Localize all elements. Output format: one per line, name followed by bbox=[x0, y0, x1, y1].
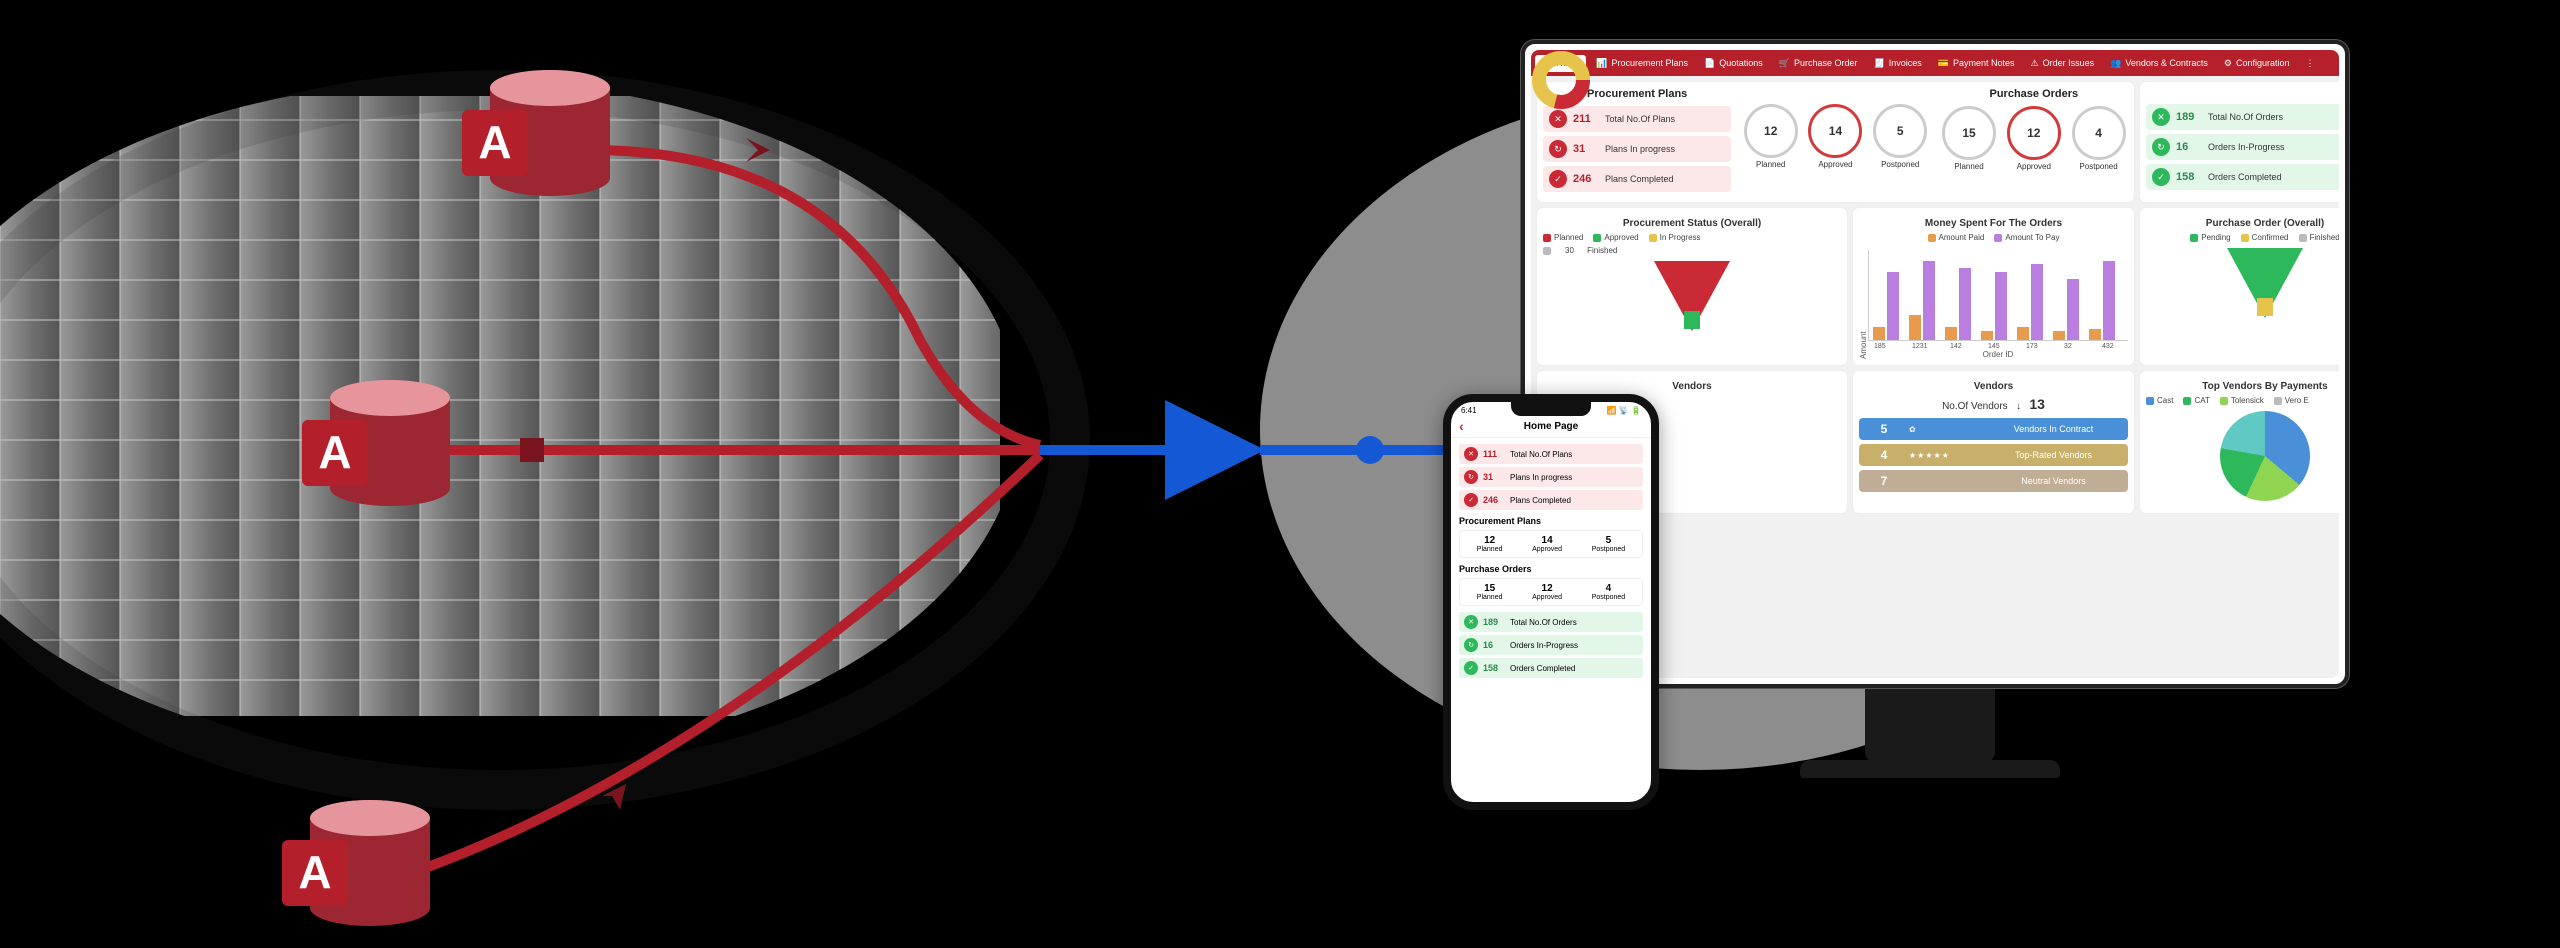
top-nav: 🏠 Home 📊 Procurement Plans 📄 Quotations … bbox=[1531, 50, 2339, 76]
card-top-vendors: Top Vendors By Payments Cast CAT Tolensi… bbox=[2140, 371, 2339, 513]
card-procurement-status: Procurement Status (Overall) Planned App… bbox=[1537, 208, 1847, 365]
p-stat-orders-progress: ↻16Orders In-Progress bbox=[1459, 635, 1643, 655]
funnel-green bbox=[2227, 248, 2303, 318]
ring-po-planned: 15 bbox=[1942, 106, 1996, 160]
phone-header: ‹ Home Page bbox=[1451, 415, 1651, 438]
svg-text:A: A bbox=[318, 426, 351, 478]
x-axis-labels: 185123114214517332432 bbox=[1868, 341, 2128, 350]
monitor-base bbox=[1800, 760, 2060, 778]
ring-po-approved: 12 bbox=[2007, 106, 2061, 160]
donut-icon bbox=[1531, 50, 1591, 110]
mobile-phone: 6:41📶 📡 🔋 ‹ Home Page ✕111Total No.Of Pl… bbox=[1443, 394, 1659, 810]
p-section-plans: Procurement Plans bbox=[1459, 516, 1643, 526]
tab-more[interactable]: ⋮ bbox=[2300, 55, 2321, 72]
ring-approved: 14 bbox=[1808, 104, 1862, 158]
monitor-stand bbox=[1865, 684, 1995, 762]
card-money-spent: Money Spent For The Orders Amount Paid A… bbox=[1853, 208, 2134, 365]
access-letter: A bbox=[478, 116, 511, 168]
card-order-stats: ✕189Total No.Of Orders ↻16Orders In-Prog… bbox=[2140, 82, 2339, 202]
tab-purchase-order[interactable]: 🛒 Purchase Order bbox=[1773, 55, 1864, 72]
pie-chart bbox=[2220, 411, 2310, 501]
p-stat-orders-completed: ✓158Orders Completed bbox=[1459, 658, 1643, 678]
card-procurement-plans: Procurement Plans ✕211Total No.Of Plans … bbox=[1537, 82, 2134, 202]
svg-text:A: A bbox=[298, 846, 331, 898]
legend-procurement-status: Planned Approved In Progress bbox=[1543, 233, 1841, 242]
vendor-row-contract[interactable]: 5 ✿ Vendors In Contract bbox=[1859, 418, 2128, 440]
p-stat-total-orders: ✕189Total No.Of Orders bbox=[1459, 612, 1643, 632]
stat-plans-inprogress: ↻31Plans In progress bbox=[1543, 136, 1731, 162]
tab-configuration[interactable]: ⚙ Configuration bbox=[2218, 55, 2296, 72]
tab-invoices[interactable]: 🧾 Invoices bbox=[1868, 55, 1928, 72]
vendor-row-neutral[interactable]: 7 Neutral Vendors bbox=[1859, 470, 2128, 492]
p-rings-orders: 15Planned 12Approved 4Postponed bbox=[1459, 578, 1643, 606]
tab-order-issues[interactable]: ⚠ Order Issues bbox=[2025, 55, 2101, 72]
funnel-red bbox=[1654, 261, 1730, 331]
phone-page-title: Home Page bbox=[1524, 421, 1578, 432]
card-po-overall: Purchase Order (Overall) Pending Confirm… bbox=[2140, 208, 2339, 365]
p-rings-plans: 12Planned 14Approved 5Postponed bbox=[1459, 530, 1643, 558]
tab-quotations[interactable]: 📄 Quotations bbox=[1698, 55, 1769, 72]
tab-payment-notes[interactable]: 💳 Payment Notes bbox=[1932, 55, 2021, 72]
stat-total-orders: ✕189Total No.Of Orders bbox=[2146, 104, 2339, 130]
stat-orders-completed: ✓158Orders Completed bbox=[2146, 164, 2339, 190]
vendor-row-toprated[interactable]: 4 ★★★★★ Top-Rated Vendors bbox=[1859, 444, 2128, 466]
phone-notch bbox=[1511, 402, 1591, 416]
p-stat-total-plans: ✕111Total No.Of Plans bbox=[1459, 444, 1643, 464]
card-vendors: Vendors No.Of Vendors ↓ 13 5 ✿ Vendors I… bbox=[1853, 371, 2134, 513]
stat-plans-completed: ✓246Plans Completed bbox=[1543, 166, 1731, 192]
p-stat-plans-completed: ✓246Plans Completed bbox=[1459, 490, 1643, 510]
back-icon[interactable]: ‹ bbox=[1459, 418, 1464, 434]
stat-orders-inprogress: ↻16Orders In-Progress bbox=[2146, 134, 2339, 160]
bar-chart bbox=[1868, 250, 2128, 341]
p-stat-plans-progress: ↻31Plans In progress bbox=[1459, 467, 1643, 487]
ring-planned: 12 bbox=[1744, 104, 1798, 158]
ring-po-postponed: 4 bbox=[2072, 106, 2126, 160]
p-section-orders: Purchase Orders bbox=[1459, 564, 1643, 574]
ring-postponed: 5 bbox=[1873, 104, 1927, 158]
title-purchase-orders: Purchase Orders bbox=[1940, 88, 2128, 100]
tab-vendors[interactable]: 👥 Vendors & Contracts bbox=[2104, 55, 2214, 72]
tab-procurement-plans[interactable]: 📊 Procurement Plans bbox=[1590, 55, 1694, 72]
